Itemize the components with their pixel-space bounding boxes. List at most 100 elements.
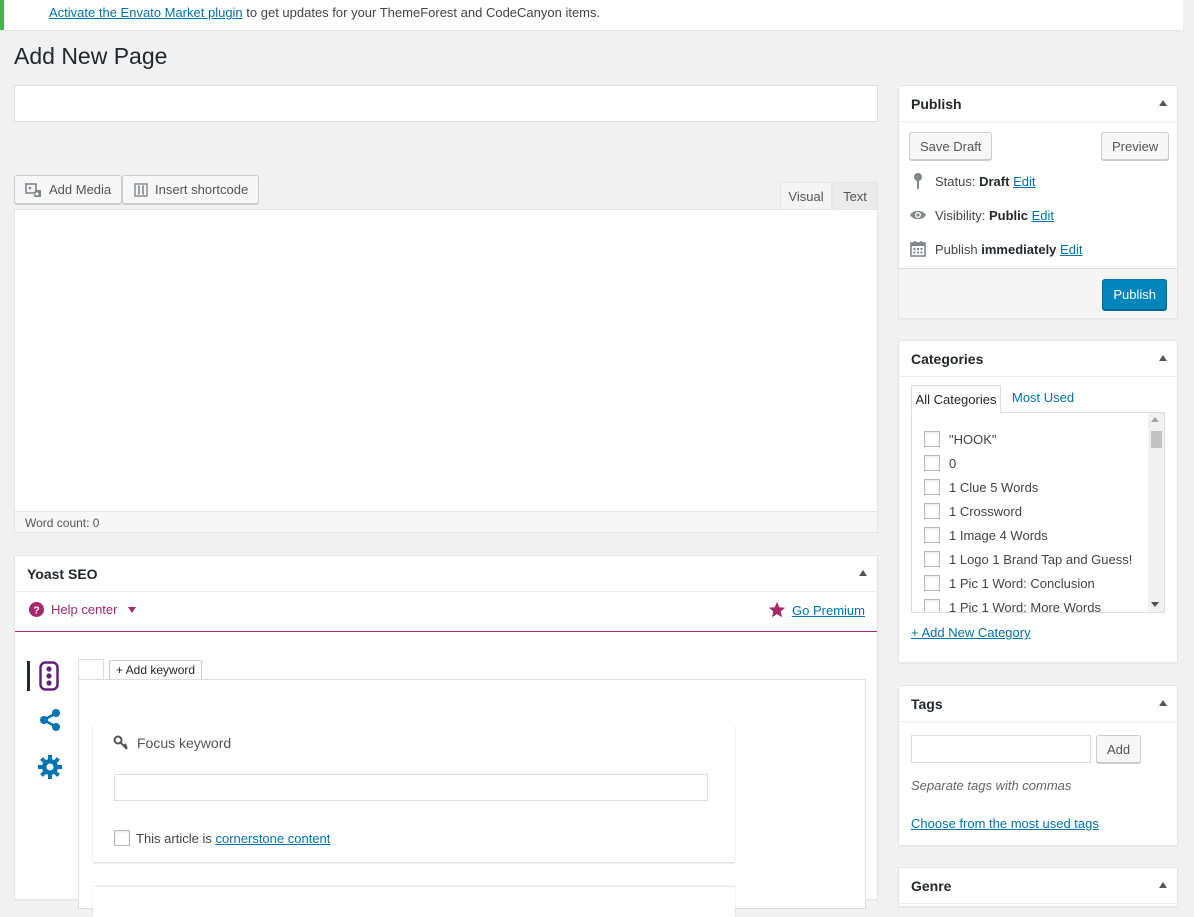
active-tab-indicator (27, 661, 30, 691)
status-value: Draft (979, 173, 1010, 189)
help-center-toggle[interactable]: ? Help center (29, 602, 137, 617)
post-title-input[interactable] (14, 85, 878, 122)
category-checkbox[interactable] (924, 527, 940, 543)
category-item[interactable]: 0 (924, 455, 956, 471)
save-draft-button[interactable]: Save Draft (909, 132, 993, 160)
categories-collapse-icon[interactable] (1159, 355, 1167, 361)
tab-visual[interactable]: Visual (780, 182, 832, 210)
visibility-label: Visibility: (935, 207, 986, 223)
shortcode-icon (133, 182, 149, 198)
category-checkbox[interactable] (924, 479, 940, 495)
readability-traffic-light-icon[interactable] (39, 661, 59, 691)
category-label: "HOOK" (949, 431, 997, 447)
categories-box: Categories All Categories Most Used "HOO… (898, 340, 1178, 663)
keyword-panel: Focus keyword This article is cornerston… (78, 679, 866, 917)
category-checklist[interactable]: "HOOK" 0 1 Clue 5 Words 1 Crossword 1 Image … (911, 412, 1165, 613)
help-center-label: Help center (51, 602, 118, 617)
keyword-tab-empty[interactable] (78, 659, 104, 680)
tab-all-categories[interactable]: All Categories (911, 385, 1001, 413)
focus-keyword-input[interactable] (114, 774, 708, 801)
category-item[interactable]: 1 Image 4 Words (924, 527, 1048, 543)
new-tag-input[interactable] (911, 735, 1091, 763)
publish-collapse-icon[interactable] (1159, 100, 1167, 106)
tags-header[interactable]: Tags (899, 686, 1177, 722)
publish-button[interactable]: Publish (1102, 279, 1167, 310)
category-checkbox[interactable] (924, 599, 940, 612)
category-checkbox[interactable] (924, 503, 940, 519)
add-tag-button[interactable]: Add (1096, 735, 1142, 763)
cornerstone-content-link[interactable]: cornerstone content (215, 831, 330, 846)
gear-icon[interactable] (37, 754, 63, 780)
scrollbar-thumb[interactable] (1151, 431, 1162, 448)
envato-notice: Activate the Envato Market plugin to get… (0, 0, 1183, 30)
status-label: Status: (935, 173, 976, 189)
share-icon[interactable] (38, 708, 62, 732)
cornerstone-checkbox[interactable] (114, 830, 130, 846)
choose-most-used-tags-link[interactable]: Choose from the most used tags (911, 816, 1099, 831)
category-checkbox[interactable] (924, 431, 940, 447)
tags-collapse-icon[interactable] (1159, 700, 1167, 706)
preview-button[interactable]: Preview (1101, 132, 1170, 160)
genre-title: Genre (911, 878, 952, 894)
categories-header[interactable]: Categories (899, 341, 1177, 377)
category-checkbox[interactable] (924, 455, 940, 471)
categories-title: Categories (911, 351, 984, 367)
category-checkbox[interactable] (924, 575, 940, 591)
category-label: 1 Pic 1 Word: Conclusion (949, 575, 1095, 591)
scroll-down-icon[interactable] (1151, 602, 1159, 607)
word-count: Word count: 0 (14, 511, 878, 533)
category-item[interactable]: 1 Crossword (924, 503, 1022, 519)
category-item[interactable]: 1 Pic 1 Word: Conclusion (924, 575, 1095, 591)
cornerstone-row: This article is cornerstone content (114, 830, 330, 846)
category-checkbox[interactable] (924, 551, 940, 567)
add-media-button[interactable]: Add Media (14, 175, 123, 204)
add-media-icon (25, 182, 43, 198)
schedule-row: Publish immediately Edit (909, 240, 1082, 258)
analysis-card (93, 887, 735, 917)
star-icon (768, 601, 786, 619)
chevron-down-icon (128, 606, 137, 613)
category-item[interactable]: "HOOK" (924, 431, 997, 447)
scroll-up-icon[interactable] (1151, 417, 1159, 422)
schedule-label: Publish (935, 241, 978, 257)
notice-message: to get updates for your ThemeForest and … (242, 5, 601, 20)
tags-title: Tags (911, 696, 943, 712)
focus-keyword-label: Focus keyword (137, 735, 232, 751)
genre-collapse-icon[interactable] (1159, 882, 1167, 888)
tab-text[interactable]: Text (832, 182, 878, 209)
tags-hint: Separate tags with commas (911, 778, 1072, 793)
category-label: 1 Logo 1 Brand Tap and Guess! (949, 551, 1133, 567)
go-premium-link[interactable]: Go Premium (792, 603, 865, 618)
genre-header[interactable]: Genre (899, 868, 1177, 904)
edit-schedule-link[interactable]: Edit (1060, 242, 1082, 257)
yoast-help-bar: ? Help center Go Premium (15, 592, 877, 632)
publish-title: Publish (911, 96, 962, 112)
yoast-header[interactable]: Yoast SEO (15, 556, 877, 592)
status-row: Status: Draft Edit (909, 172, 1035, 190)
key-icon (113, 735, 129, 751)
add-new-category-link[interactable]: + Add New Category (911, 625, 1031, 640)
category-item[interactable]: 1 Pic 1 Word: More Words (924, 599, 1101, 612)
publish-box: Publish Save Draft Preview Status: Draft… (898, 85, 1178, 319)
insert-shortcode-label: Insert shortcode (155, 182, 249, 197)
go-premium[interactable]: Go Premium (768, 601, 865, 619)
edit-status-link[interactable]: Edit (1013, 174, 1035, 189)
activate-envato-link[interactable]: Activate the Envato Market plugin (49, 5, 243, 20)
publish-header[interactable]: Publish (899, 86, 1177, 122)
add-keyword-button[interactable]: + Add keyword (109, 660, 203, 680)
content-editor[interactable] (14, 209, 878, 533)
calendar-icon (909, 240, 927, 258)
edit-visibility-link[interactable]: Edit (1032, 208, 1054, 223)
tab-most-used[interactable]: Most Used (1012, 390, 1074, 405)
insert-shortcode-button[interactable]: Insert shortcode (122, 175, 260, 204)
category-scrollbar[interactable] (1148, 413, 1164, 612)
category-label: 1 Clue 5 Words (949, 479, 1039, 495)
category-label: 1 Image 4 Words (949, 527, 1048, 543)
visibility-value: Public (988, 207, 1028, 223)
category-item[interactable]: 1 Logo 1 Brand Tap and Guess! (924, 551, 1132, 567)
yoast-collapse-icon[interactable] (859, 570, 867, 576)
category-label: 1 Crossword (949, 503, 1022, 519)
visibility-row: Visibility: Public Edit (909, 206, 1054, 224)
category-item[interactable]: 1 Clue 5 Words (924, 479, 1038, 495)
help-icon: ? (29, 602, 44, 617)
